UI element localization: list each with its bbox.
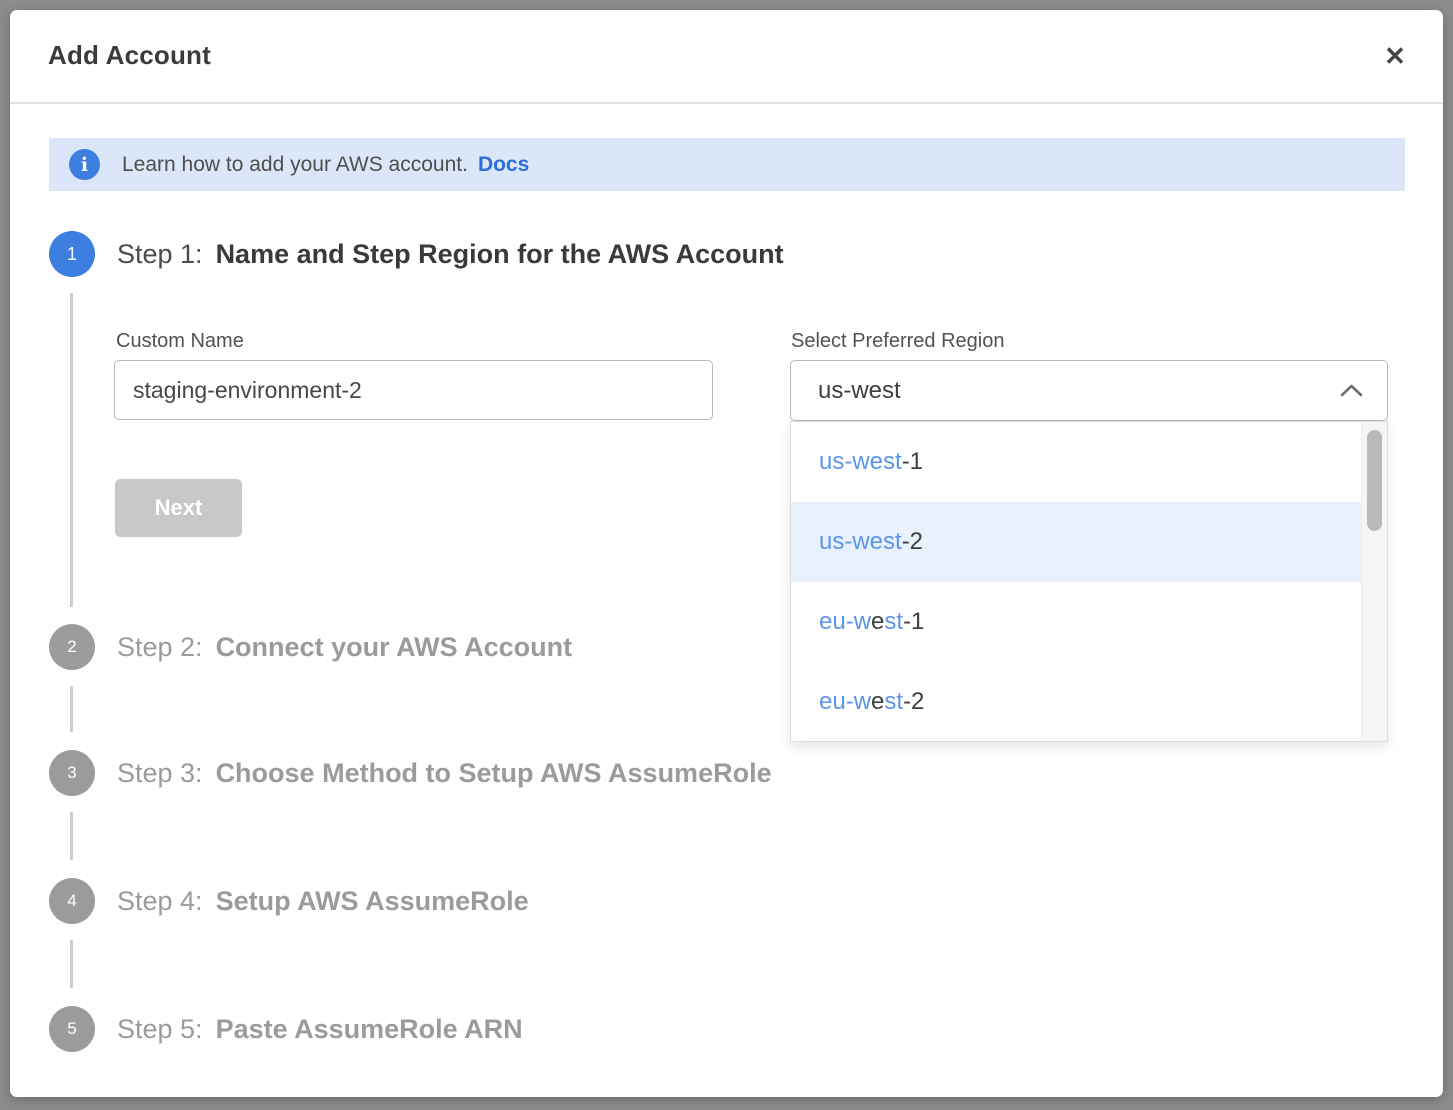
step-5-prefix: Step 5: [117,1014,203,1045]
info-banner: i Learn how to add your AWS account. Doc… [49,138,1405,191]
region-option[interactable]: eu-west-2 [791,662,1361,742]
step-5-badge: 5 [49,1006,95,1052]
modal-title: Add Account [48,40,211,71]
step-3-prefix: Step 3: [117,758,203,789]
step-4-prefix: Step 4: [117,886,203,917]
region-option-text: st [884,688,903,716]
banner-text: Learn how to add your AWS account. [122,153,468,177]
region-option[interactable]: us-west-2 [791,502,1361,582]
region-option-text: e [871,688,884,716]
region-option-text: -2 [903,688,924,716]
step-2-badge: 2 [49,624,95,670]
step-1-title: Name and Step Region for the AWS Account [216,239,784,270]
step-row-5: 5 Step 5: Paste AssumeRole ARN [49,1006,523,1052]
region-combobox[interactable] [790,360,1388,421]
region-option-text: -1 [902,448,923,476]
region-label: Select Preferred Region [791,330,1004,353]
step-connector [70,686,73,732]
step-connector [70,293,73,607]
docs-link[interactable]: Docs [478,153,529,177]
region-option[interactable]: eu-west-1 [791,582,1361,662]
step-4-badge: 4 [49,878,95,924]
chevron-up-icon[interactable] [1340,384,1363,397]
region-options: us-west-1us-west-2eu-west-1eu-west-2 [791,422,1361,741]
region-input[interactable] [791,377,1340,405]
info-icon: i [69,149,100,180]
step-row-2: 2 Step 2: Connect your AWS Account [49,624,572,670]
step-3-title: Choose Method to Setup AWS AssumeRole [216,758,772,789]
region-option-text: -2 [902,528,923,556]
add-account-modal: Add Account ✕ i Learn how to add your AW… [10,10,1443,1097]
step-row-1: 1 Step 1: Name and Step Region for the A… [49,231,784,277]
scrollbar-track[interactable] [1361,422,1387,741]
custom-name-label: Custom Name [116,330,244,353]
step-2-title: Connect your AWS Account [216,632,573,663]
step-5-title: Paste AssumeRole ARN [216,1014,523,1045]
scrollbar-thumb[interactable] [1367,430,1382,531]
region-option-text: us-west [819,448,902,476]
region-option-text: -1 [903,608,924,636]
step-1-badge: 1 [49,231,95,277]
step-4-title: Setup AWS AssumeRole [216,886,529,917]
region-option-text: us-west [819,528,902,556]
step-1-prefix: Step 1: [117,239,203,270]
page-backdrop: { "modal": { "title": "Add Account", "cl… [0,0,1453,1110]
region-option[interactable]: us-west-1 [791,422,1361,502]
step-2-prefix: Step 2: [117,632,203,663]
region-option-text: st [884,608,903,636]
step-connector [70,940,73,988]
region-option-text: e [871,608,884,636]
next-button[interactable]: Next [115,479,242,537]
close-button[interactable]: ✕ [1377,38,1413,74]
step-row-3: 3 Step 3: Choose Method to Setup AWS Ass… [49,750,772,796]
step-3-badge: 3 [49,750,95,796]
step-row-4: 4 Step 4: Setup AWS AssumeRole [49,878,529,924]
region-dropdown-panel: us-west-1us-west-2eu-west-1eu-west-2 [790,421,1388,742]
custom-name-input[interactable] [114,360,713,420]
close-icon: ✕ [1384,41,1406,72]
header-divider [10,102,1443,104]
region-option-text: eu-w [819,608,871,636]
region-option-text: eu-w [819,688,871,716]
step-connector [70,812,73,860]
